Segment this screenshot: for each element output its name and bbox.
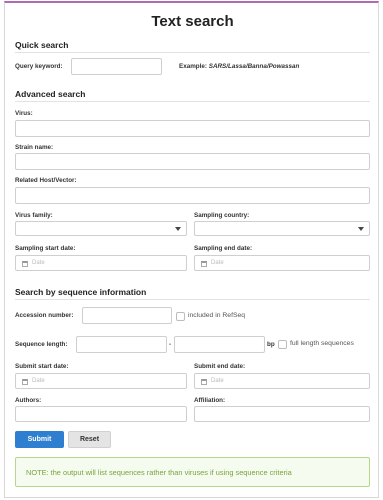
- sampling-start-date-label: Sampling start date:: [15, 245, 76, 252]
- sampling-end-date-label: Sampling end date:: [194, 245, 253, 252]
- affiliation-input[interactable]: [194, 406, 370, 422]
- full-length-checkbox[interactable]: [278, 340, 287, 349]
- sampling-end-date-input[interactable]: Date: [194, 255, 370, 271]
- date-placeholder: Date: [211, 260, 224, 266]
- sampling-country-label: Sampling country:: [194, 212, 250, 219]
- calendar-icon: [201, 379, 207, 385]
- chevron-down-icon: [358, 227, 364, 231]
- accession-number-input[interactable]: [82, 307, 172, 324]
- date-placeholder: Date: [32, 260, 45, 266]
- date-placeholder: Date: [32, 378, 45, 384]
- range-dash: -: [169, 341, 172, 348]
- sampling-start-date-input[interactable]: Date: [15, 255, 187, 271]
- accession-number-label: Accession number:: [15, 312, 74, 319]
- divider: [15, 299, 370, 300]
- quick-search-heading: Quick search: [15, 40, 69, 50]
- strain-name-label: Strain name:: [15, 144, 54, 151]
- virus-label: Virus:: [15, 110, 33, 117]
- submit-start-date-input[interactable]: Date: [15, 373, 187, 389]
- virus-input[interactable]: [15, 120, 370, 137]
- refseq-checkbox[interactable]: [176, 312, 185, 321]
- virus-family-label: Virus family:: [15, 212, 53, 219]
- authors-input[interactable]: [15, 406, 187, 422]
- sequence-length-min-input[interactable]: [76, 336, 167, 353]
- chevron-down-icon: [175, 227, 181, 231]
- reset-button[interactable]: Reset: [68, 431, 111, 448]
- sequence-length-label: Sequence length:: [15, 341, 68, 348]
- full-length-checkbox-label: full length sequences: [290, 340, 354, 347]
- sequence-search-heading: Search by sequence information: [15, 287, 147, 297]
- authors-label: Authors:: [15, 397, 42, 404]
- bp-unit-label: bp: [267, 341, 275, 348]
- strain-name-input[interactable]: [15, 153, 370, 170]
- submit-start-date-label: Submit start date:: [15, 363, 69, 370]
- sequence-criteria-note: NOTE: the output will list sequences rat…: [15, 457, 370, 487]
- host-vector-input[interactable]: [15, 187, 370, 204]
- sequence-length-max-input[interactable]: [174, 336, 265, 353]
- calendar-icon: [22, 379, 28, 385]
- example-text: Example: SARS/Lassa/Banna/Powassan: [179, 63, 300, 70]
- divider: [15, 52, 370, 53]
- calendar-icon: [22, 261, 28, 267]
- divider: [15, 101, 370, 102]
- search-panel: Text search Quick search Query keyword: …: [4, 1, 379, 498]
- sampling-country-select[interactable]: [194, 221, 370, 236]
- submit-button[interactable]: Submit: [15, 431, 64, 448]
- calendar-icon: [201, 261, 207, 267]
- advanced-search-heading: Advanced search: [15, 89, 86, 99]
- submit-end-date-label: Submit end date:: [194, 363, 246, 370]
- page-title: Text search: [151, 13, 234, 30]
- affiliation-label: Affiliation:: [194, 397, 226, 404]
- refseq-checkbox-label: included in RefSeq: [188, 312, 246, 319]
- query-keyword-input[interactable]: [71, 58, 162, 75]
- submit-end-date-input[interactable]: Date: [194, 373, 370, 389]
- query-keyword-label: Query keyword:: [15, 63, 63, 70]
- host-vector-label: Related Host/Vector:: [15, 177, 77, 184]
- virus-family-select[interactable]: [15, 221, 187, 236]
- date-placeholder: Date: [211, 378, 224, 384]
